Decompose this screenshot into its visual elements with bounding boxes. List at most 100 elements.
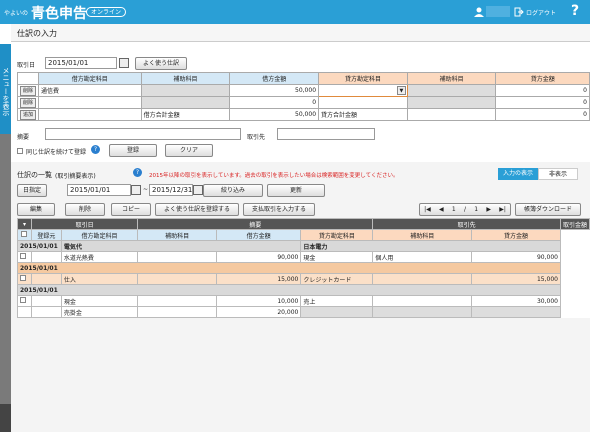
- logout-link[interactable]: ログアウト: [526, 8, 556, 17]
- debit-account-cell[interactable]: [38, 96, 142, 109]
- row-checkbox[interactable]: [20, 275, 26, 281]
- keep-entry-checkbox[interactable]: [17, 148, 23, 154]
- help-icon[interactable]: ?: [91, 145, 100, 154]
- table-row[interactable]: 水道光熱費 90,000 現金 個人用 90,000: [17, 251, 590, 263]
- dropdown-arrow-icon[interactable]: ▼: [396, 86, 406, 95]
- brand-name: 青色申告: [31, 6, 87, 22]
- page-title: 仕訳の入力: [17, 29, 57, 38]
- col-memo: 摘要: [137, 218, 374, 230]
- tab-input-view[interactable]: 入力の表示: [498, 168, 538, 180]
- credit-sub-header: 補助科目: [406, 72, 497, 85]
- col-registered: 登録元: [30, 229, 62, 241]
- menu-toggle-label: メニューを表示: [2, 66, 10, 116]
- table-row[interactable]: 仕入 15,000 クレジットカード 15,000: [17, 273, 590, 285]
- debit-account-header: 借方勘定科目: [38, 72, 142, 85]
- col-amount: 取引金額: [559, 218, 590, 230]
- debit-sub: [137, 273, 218, 285]
- date-from-input[interactable]: 2015/01/01: [67, 184, 131, 196]
- refresh-button[interactable]: 更新: [267, 184, 325, 197]
- prev-page-icon[interactable]: ◀: [439, 204, 444, 215]
- page-total: 1: [474, 206, 479, 213]
- page-sep: /: [463, 206, 466, 213]
- clear-button[interactable]: クリア: [165, 144, 213, 157]
- next-page-icon[interactable]: ▶: [486, 204, 491, 215]
- credit-account: 売上: [300, 295, 374, 307]
- entry-table: 借方勘定科目 補助科目 借方金額 貸方勘定科目 補助科目 貸方金額 削除 通信費…: [16, 72, 590, 121]
- debit-amount: 10,000: [216, 295, 302, 307]
- select-all-header[interactable]: ▾: [17, 218, 32, 230]
- debit-sub-header: 補助科目: [140, 72, 231, 85]
- help-icon[interactable]: ?: [571, 3, 579, 19]
- delete-row-button[interactable]: 削除: [20, 85, 37, 96]
- help-icon[interactable]: ?: [133, 168, 142, 177]
- filter-button[interactable]: 絞り込み: [203, 184, 263, 197]
- memo-label: 摘要: [17, 134, 30, 141]
- credit-amount-cell[interactable]: 0: [495, 96, 590, 109]
- col-date: 取引日: [30, 218, 139, 230]
- credit-account: [300, 306, 374, 318]
- select-all-checkbox[interactable]: [21, 231, 28, 237]
- brand-prefix: やよいの: [4, 10, 29, 17]
- first-page-icon[interactable]: |◀: [424, 204, 431, 215]
- debit-sub: [137, 306, 218, 318]
- edit-button[interactable]: 編集: [17, 203, 55, 216]
- credit-amount-cell[interactable]: 0: [495, 84, 590, 97]
- credit-total: 0: [495, 108, 590, 121]
- menu-toggle[interactable]: メニューを表示: [0, 44, 11, 134]
- list-title: 仕訳の一覧: [17, 171, 52, 179]
- favorite-entry-button[interactable]: よく使う仕訳: [135, 57, 187, 70]
- debit-total: 50,000: [229, 108, 320, 121]
- user-icon[interactable]: [474, 7, 484, 17]
- group-date: 2015/01/01: [17, 262, 561, 274]
- page-header: 仕訳の入力: [11, 24, 590, 42]
- calendar-icon[interactable]: [119, 58, 129, 68]
- date-group-row[interactable]: 2015/01/01: [17, 262, 590, 274]
- credit-total-label: 貸方合計金額: [318, 108, 408, 121]
- row-checkbox[interactable]: [20, 297, 26, 303]
- user-name-field[interactable]: [486, 6, 510, 17]
- download-button[interactable]: 帳簿ダウンロード: [515, 203, 581, 216]
- credit-account: クレジットカード: [300, 273, 374, 285]
- credit-amount: 90,000: [471, 251, 561, 263]
- delete-row-button[interactable]: 削除: [20, 97, 37, 108]
- debit-sub-cell: [140, 84, 231, 97]
- calendar-icon[interactable]: [193, 185, 203, 195]
- col-credit-account: 貸方勘定科目: [300, 229, 374, 241]
- logout-icon[interactable]: [514, 7, 524, 17]
- date-group-row[interactable]: 2015/01/01: [17, 284, 590, 296]
- register-favorite-button[interactable]: よく使う仕訳を登録する: [155, 203, 239, 216]
- credit-account-select[interactable]: ▼: [318, 84, 408, 97]
- credit-account-cell[interactable]: [318, 96, 408, 109]
- action-header: [16, 72, 40, 85]
- debit-account-cell[interactable]: 通信費: [38, 84, 142, 97]
- add-row-button[interactable]: 追加: [20, 109, 37, 120]
- date-to-input[interactable]: 2015/12/31: [149, 184, 193, 196]
- delete-button[interactable]: 削除: [65, 203, 105, 216]
- table-row[interactable]: 現金 10,000 売上 30,000: [17, 295, 590, 307]
- copy-button[interactable]: コピー: [111, 203, 151, 216]
- row-checkbox[interactable]: [20, 253, 26, 259]
- col-debit-sub: 補助科目: [137, 229, 218, 241]
- payment-entry-button[interactable]: 支払取引を入力する: [243, 203, 315, 216]
- debit-amount-cell[interactable]: 50,000: [229, 84, 320, 97]
- debit-amount-header: 借方金額: [229, 72, 320, 85]
- date-mode-select[interactable]: 日指定: [17, 184, 47, 197]
- journal-table: ▾ 取引日 摘要 取引先 取引金額 登録元 借方勘定科目 補助科目 借方金額 貸…: [17, 218, 590, 318]
- calendar-icon[interactable]: [131, 185, 141, 195]
- group-memo: 電気代: [60, 240, 302, 252]
- journal-list-section: 仕訳の一覧 (取引摘要表示) ? 2015年以降の取引を表示しています。過去の取…: [11, 162, 590, 432]
- tab-hide[interactable]: 非表示: [538, 168, 578, 180]
- partner-input[interactable]: [277, 128, 375, 140]
- register-button[interactable]: 登録: [109, 144, 157, 157]
- table-row[interactable]: 売掛金 20,000: [17, 306, 590, 318]
- date-group-row[interactable]: 2015/01/01 電気代 日本電力: [17, 240, 590, 252]
- debit-amount: 15,000: [216, 273, 302, 285]
- last-page-icon[interactable]: ▶|: [499, 204, 506, 215]
- col-debit-account: 借方勘定科目: [60, 229, 139, 241]
- col-partner: 取引先: [372, 218, 561, 230]
- check-header: [17, 229, 32, 241]
- memo-input[interactable]: [45, 128, 241, 140]
- credit-amount: 15,000: [471, 273, 561, 285]
- date-input[interactable]: 2015/01/01: [45, 57, 117, 69]
- debit-amount-cell[interactable]: 0: [229, 96, 320, 109]
